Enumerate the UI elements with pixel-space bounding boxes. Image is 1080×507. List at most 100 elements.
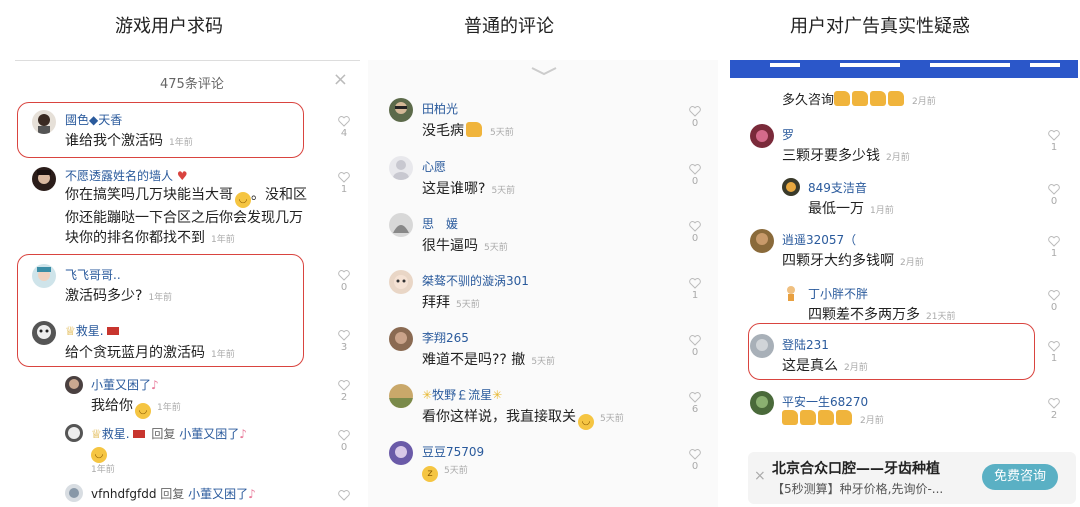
username[interactable]: 李翔265: [422, 329, 469, 346]
close-icon[interactable]: ×: [333, 69, 348, 90]
like-button[interactable]: 0: [688, 449, 702, 472]
like-button[interactable]: [337, 490, 351, 501]
avatar[interactable]: [750, 124, 774, 148]
like-button[interactable]: 0: [688, 221, 702, 244]
username[interactable]: 丁小胖不胖: [808, 285, 868, 302]
heart-icon: [689, 221, 701, 232]
thumbs-up-icon: [870, 91, 887, 106]
like-button[interactable]: 0: [1047, 184, 1061, 207]
username[interactable]: 桀骜不驯的漩涡301: [422, 272, 529, 289]
comment-text: 你在搞笑吗几万块能当大哥 ◡ 。没和区 你还能蹦哒一下合区之后你会发现几万 块你的排…: [65, 187, 307, 246]
timestamp: 5天前: [456, 300, 480, 310]
avatar[interactable]: [389, 213, 413, 237]
heart-icon: [1048, 290, 1060, 301]
comment-text: z 5天前: [422, 461, 468, 482]
avatar[interactable]: [32, 264, 56, 288]
like-button[interactable]: 1: [1047, 130, 1061, 153]
avatar[interactable]: [782, 178, 800, 196]
ad-title[interactable]: 北京合众口腔——牙齿种植: [772, 458, 940, 478]
username[interactable]: 飞飞哥哥..: [65, 266, 121, 283]
like-button[interactable]: 1: [337, 172, 351, 195]
medal-icon: ♕: [65, 324, 76, 338]
comment-text: 多久咨询 2月前: [782, 91, 936, 108]
username[interactable]: 心愿: [422, 158, 446, 175]
like-button[interactable]: 0: [337, 270, 351, 293]
avatar[interactable]: [389, 384, 413, 408]
username[interactable]: 逍遥32057（: [782, 231, 856, 248]
like-button[interactable]: 1: [1047, 236, 1061, 259]
avatar[interactable]: [750, 391, 774, 415]
username[interactable]: 田柏光: [422, 100, 458, 117]
ad-banner[interactable]: × 北京合众口腔——牙齿种植 【5秒测算】种牙价格,先询价-... 免费咨询: [748, 452, 1076, 504]
heart-icon: [338, 116, 350, 127]
heart-icon: [1048, 184, 1060, 195]
avatar[interactable]: [389, 327, 413, 351]
username[interactable]: ✳牧野￡流星✳: [422, 386, 502, 403]
like-button[interactable]: 6: [688, 392, 702, 415]
heart-icon: [338, 490, 350, 501]
like-button[interactable]: 4: [337, 116, 351, 139]
like-button[interactable]: 0: [688, 106, 702, 129]
username[interactable]: ♕救星. 回复 小董又困了♪: [91, 425, 247, 442]
like-count: 0: [1050, 196, 1058, 207]
like-button[interactable]: 1: [1047, 341, 1061, 364]
avatar[interactable]: [389, 270, 413, 294]
like-button[interactable]: 0: [688, 164, 702, 187]
thumbs-up-icon: [782, 410, 798, 425]
comment-text: 这是真么 2月前: [782, 358, 868, 374]
free-consult-button[interactable]: 免费咨询: [982, 464, 1058, 490]
like-button[interactable]: 0: [688, 335, 702, 358]
avatar[interactable]: [32, 110, 56, 134]
username[interactable]: 豆豆75709: [422, 443, 484, 460]
avatar[interactable]: [65, 484, 83, 502]
like-button[interactable]: 0: [337, 430, 351, 453]
chevron-down-icon[interactable]: [530, 66, 558, 76]
username[interactable]: 不愿透露姓名的墙人 ♥: [65, 167, 188, 184]
like-count: 0: [691, 118, 699, 129]
comment-text: 看你这样说，我直接取关 ◡ 5天前: [422, 406, 624, 430]
username[interactable]: 國色◆天香: [65, 111, 122, 128]
timestamp: 5天前: [490, 128, 514, 138]
username[interactable]: 登陆231: [782, 336, 829, 353]
flag-icon: [132, 430, 145, 438]
close-icon[interactable]: ×: [754, 468, 766, 484]
avatar[interactable]: [389, 441, 413, 465]
avatar[interactable]: [32, 321, 56, 345]
like-button[interactable]: 3: [337, 330, 351, 353]
avatar[interactable]: [389, 156, 413, 180]
like-button[interactable]: 2: [337, 380, 351, 403]
avatar[interactable]: [750, 229, 774, 253]
comment-panel-ad: 多久咨询 2月前 罗 三颗牙要多少钱 2月前 1 849支洁音 最低一万 1月前 0 …: [730, 60, 1078, 507]
comment-text: 我给你 ◡ 1年前: [91, 395, 181, 419]
like-button[interactable]: 1: [688, 278, 702, 301]
like-button[interactable]: 2: [1047, 398, 1061, 421]
like-count: 1: [1050, 142, 1058, 153]
panel-title-ad: 用户对广告真实性疑惑: [790, 16, 970, 37]
username[interactable]: ♕救星.: [65, 322, 119, 339]
timestamp: 2月前: [886, 153, 910, 163]
timestamp: 2月前: [860, 416, 884, 426]
lips-icon: ♥: [176, 169, 188, 183]
username[interactable]: 思 媛: [422, 215, 458, 232]
ad-subtitle[interactable]: 【5秒测算】种牙价格,先询价-...: [772, 480, 943, 497]
avatar[interactable]: [65, 376, 83, 394]
avatar[interactable]: [782, 284, 800, 302]
avatar[interactable]: [389, 98, 413, 122]
thumbs-up-icon: [852, 91, 869, 106]
avatar[interactable]: [750, 334, 774, 358]
avatar[interactable]: [32, 167, 56, 191]
avatar[interactable]: [65, 424, 83, 442]
like-count: 0: [691, 347, 699, 358]
like-count: 2: [340, 392, 348, 403]
username[interactable]: 罗: [782, 126, 794, 143]
username[interactable]: 849支洁音: [808, 179, 867, 196]
heart-icon: [689, 449, 701, 460]
like-button[interactable]: 0: [1047, 290, 1061, 313]
username[interactable]: vfnhdfgfdd 回复 小董又困了♪: [91, 485, 256, 502]
timestamp: 2月前: [912, 97, 936, 107]
timestamp: 1年前: [211, 350, 235, 360]
flamingo-icon: ♪: [151, 378, 159, 392]
username[interactable]: 小董又困了♪: [91, 376, 159, 393]
username[interactable]: 平安一生68270: [782, 393, 868, 410]
timestamp: 5天前: [600, 414, 624, 424]
